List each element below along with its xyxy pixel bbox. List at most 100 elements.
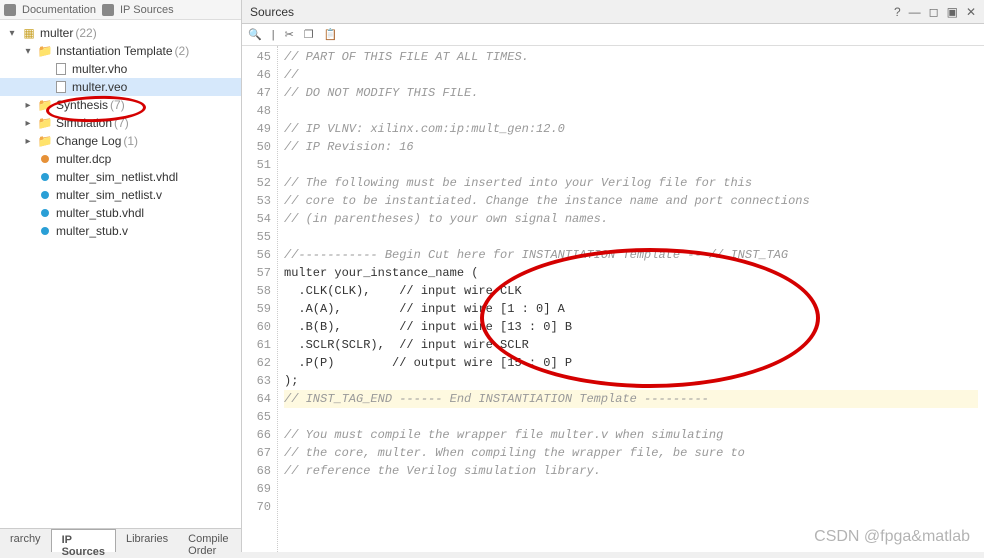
tree-file-multer-veo[interactable]: multer.veo <box>0 78 241 96</box>
search-icon[interactable]: 🔍 <box>248 28 262 41</box>
code-line[interactable]: .B(B), // input wire [13 : 0] B <box>284 318 978 336</box>
code-line[interactable]: // INST_TAG_END ------ End INSTANTIATION… <box>284 390 978 408</box>
line-number: 65 <box>244 408 271 426</box>
code-line[interactable] <box>284 498 978 516</box>
code-line[interactable] <box>284 228 978 246</box>
ip-icon <box>102 4 114 16</box>
code-line[interactable]: // (in parentheses) to your own signal n… <box>284 210 978 228</box>
line-number: 70 <box>244 498 271 516</box>
tree-file-dcp[interactable]: multer.dcp <box>0 150 241 168</box>
line-number: 54 <box>244 210 271 228</box>
code-line[interactable]: .CLK(CLK), // input wire CLK <box>284 282 978 300</box>
line-number: 66 <box>244 426 271 444</box>
minimize-icon[interactable]: — <box>909 5 921 19</box>
code-line[interactable] <box>284 156 978 174</box>
code-line[interactable] <box>284 102 978 120</box>
line-number: 61 <box>244 336 271 354</box>
maximize-icon[interactable]: ▣ <box>947 5 958 19</box>
line-number: 46 <box>244 66 271 84</box>
folder-icon: 📁 <box>38 44 52 58</box>
line-number: 50 <box>244 138 271 156</box>
folder-icon: 📁 <box>38 134 52 148</box>
code-line[interactable]: multer your_instance_name ( <box>284 264 978 282</box>
code-line[interactable]: ); <box>284 372 978 390</box>
code-line[interactable] <box>284 408 978 426</box>
tree-instantiation-template[interactable]: ▾ 📁 Instantiation Template (2) <box>0 42 241 60</box>
editor-toolbar: 🔍 | ✂ ❐ 📋 <box>242 24 984 46</box>
line-number: 59 <box>244 300 271 318</box>
editor-panel: Sources ? — ◻ ▣ ✕ 🔍 | ✂ ❐ 📋 454647484950… <box>242 0 984 552</box>
code-line[interactable]: // IP VLNV: xilinx.com:ip:mult_gen:12.0 <box>284 120 978 138</box>
netlist-icon <box>38 224 52 238</box>
tree-file-stub-vhdl[interactable]: multer_stub.vhdl <box>0 204 241 222</box>
code-area[interactable]: // PART OF THIS FILE AT ALL TIMES.//// D… <box>278 46 984 552</box>
chevron-right-icon: ▸ <box>22 100 34 111</box>
code-line[interactable]: // IP Revision: 16 <box>284 138 978 156</box>
tree-file-multer-vho[interactable]: multer.vho <box>0 60 241 78</box>
tree-file-sim-vhdl[interactable]: multer_sim_netlist.vhdl <box>0 168 241 186</box>
code-line[interactable]: .SCLR(SCLR), // input wire SCLR <box>284 336 978 354</box>
netlist-icon <box>38 188 52 202</box>
tab-ip-sources[interactable]: IP Sources <box>51 529 116 552</box>
line-number: 49 <box>244 120 271 138</box>
line-number: 47 <box>244 84 271 102</box>
line-number: 57 <box>244 264 271 282</box>
tab-compile-order[interactable]: Compile Order <box>178 529 241 552</box>
copy-icon[interactable]: ❐ <box>304 28 314 41</box>
netlist-icon <box>38 170 52 184</box>
line-number: 58 <box>244 282 271 300</box>
line-number: 45 <box>244 48 271 66</box>
chevron-down-icon: ▾ <box>6 28 18 39</box>
code-line[interactable]: // core to be instantiated. Change the i… <box>284 192 978 210</box>
line-number: 67 <box>244 444 271 462</box>
restore-icon[interactable]: ◻ <box>929 5 939 19</box>
tree-root-multer[interactable]: ▾ ▦ multer (22) <box>0 24 241 42</box>
code-line[interactable]: // reference the Verilog simulation libr… <box>284 462 978 480</box>
chip-icon: ▦ <box>22 26 36 40</box>
line-number: 51 <box>244 156 271 174</box>
code-line[interactable] <box>284 480 978 498</box>
paste-icon[interactable]: 📋 <box>324 28 338 41</box>
editor-title: Sources <box>250 5 294 19</box>
code-line[interactable]: // The following must be inserted into y… <box>284 174 978 192</box>
tree-simulation[interactable]: ▸ 📁 Simulation (7) <box>0 114 241 132</box>
folder-icon: 📁 <box>38 116 52 130</box>
line-number: 68 <box>244 462 271 480</box>
tree-change-log[interactable]: ▸ 📁 Change Log (1) <box>0 132 241 150</box>
bottom-tabs: rarchy IP Sources Libraries Compile Orde… <box>0 528 241 552</box>
line-number: 63 <box>244 372 271 390</box>
chevron-down-icon: ▾ <box>22 46 34 57</box>
cut-icon[interactable]: ✂ <box>285 28 294 41</box>
line-number: 60 <box>244 318 271 336</box>
file-icon <box>54 80 68 94</box>
netlist-icon <box>38 206 52 220</box>
code-line[interactable]: // PART OF THIS FILE AT ALL TIMES. <box>284 48 978 66</box>
code-line[interactable]: //----------- Begin Cut here for INSTANT… <box>284 246 978 264</box>
file-icon <box>54 62 68 76</box>
editor-body[interactable]: 4546474849505152535455565758596061626364… <box>242 46 984 552</box>
doc-icon <box>4 4 16 16</box>
code-line[interactable]: .A(A), // input wire [1 : 0] A <box>284 300 978 318</box>
code-line[interactable]: // <box>284 66 978 84</box>
help-icon[interactable]: ? <box>894 5 901 19</box>
tree-file-stub-v[interactable]: multer_stub.v <box>0 222 241 240</box>
tree-toolbar: Documentation IP Sources <box>0 0 241 20</box>
code-line[interactable]: .P(P) // output wire [15 : 0] P <box>284 354 978 372</box>
line-gutter: 4546474849505152535455565758596061626364… <box>242 46 278 552</box>
code-line[interactable]: // the core, multer. When compiling the … <box>284 444 978 462</box>
tab-hierarchy[interactable]: rarchy <box>0 529 51 552</box>
line-number: 64 <box>244 390 271 408</box>
close-icon[interactable]: ✕ <box>966 5 976 19</box>
line-number: 48 <box>244 102 271 120</box>
tree-synthesis[interactable]: ▸ 📁 Synthesis (7) <box>0 96 241 114</box>
ip-label: IP Sources <box>120 4 174 16</box>
tab-libraries[interactable]: Libraries <box>116 529 178 552</box>
line-number: 55 <box>244 228 271 246</box>
line-number: 69 <box>244 480 271 498</box>
editor-titlebar: Sources ? — ◻ ▣ ✕ <box>242 0 984 24</box>
tree-file-sim-v[interactable]: multer_sim_netlist.v <box>0 186 241 204</box>
chevron-right-icon: ▸ <box>22 136 34 147</box>
doc-label: Documentation <box>22 4 96 16</box>
code-line[interactable]: // DO NOT MODIFY THIS FILE. <box>284 84 978 102</box>
code-line[interactable]: // You must compile the wrapper file mul… <box>284 426 978 444</box>
